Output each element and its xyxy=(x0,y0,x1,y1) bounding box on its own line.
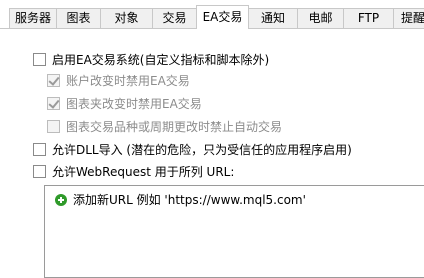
allow-webrequest-option[interactable]: 允许WebRequest 用于所列 URL: xyxy=(33,164,234,180)
allow-dll-checkbox[interactable] xyxy=(33,143,46,156)
tab-server[interactable]: 服务器 xyxy=(9,8,57,28)
tab-objects[interactable]: 对象 xyxy=(100,8,153,28)
tab-charts[interactable]: 图表 xyxy=(56,8,101,28)
tab-alerts[interactable]: 提醒 xyxy=(393,8,424,28)
add-url-item[interactable]: 添加新URL 例如 'https://www.mql5.com' xyxy=(55,192,306,208)
allow-webrequest-label: 允许WebRequest 用于所列 URL: xyxy=(52,165,235,179)
enable-ea-option[interactable]: 启用EA交易系统(自定义指标和脚本除外) xyxy=(33,52,269,68)
disable-on-symbol-change-label: 图表交易品种或周期更改时禁止自动交易 xyxy=(66,120,283,134)
allow-dll-option[interactable]: 允许DLL导入 (潜在的危险，只为受信任的应用程序启用) xyxy=(33,142,352,158)
options-dialog: 服务器 图表 对象 交易 EA交易 通知 电邮 FTP 提醒 启用EA交易系统(… xyxy=(0,0,424,278)
tab-strip: 服务器 图表 对象 交易 EA交易 通知 电邮 FTP 提醒 xyxy=(0,0,424,29)
checkmark-icon xyxy=(48,74,60,86)
enable-ea-checkbox[interactable] xyxy=(33,53,46,66)
disable-on-account-change-label: 账户改变时禁用EA交易 xyxy=(66,74,190,88)
tab-trade[interactable]: 交易 xyxy=(152,8,197,28)
enable-ea-label: 启用EA交易系统(自定义指标和脚本除外) xyxy=(52,53,270,67)
disable-on-profile-change-option[interactable]: 图表夹改变时禁用EA交易 xyxy=(47,96,202,112)
allow-webrequest-checkbox[interactable] xyxy=(33,165,46,178)
tab-expert-advisors[interactable]: EA交易 xyxy=(196,5,249,29)
disable-on-profile-change-checkbox[interactable] xyxy=(47,97,60,110)
webrequest-url-list[interactable]: 添加新URL 例如 'https://www.mql5.com' xyxy=(44,185,424,278)
allow-dll-label: 允许DLL导入 (潜在的危险，只为受信任的应用程序启用) xyxy=(52,143,352,157)
tab-email[interactable]: 电邮 xyxy=(297,8,344,28)
add-url-label: 添加新URL 例如 'https://www.mql5.com' xyxy=(73,193,306,207)
tab-notifications[interactable]: 通知 xyxy=(248,8,298,28)
tab-ftp[interactable]: FTP xyxy=(343,8,394,28)
expert-advisors-panel: 启用EA交易系统(自定义指标和脚本除外) 账户改变时禁用EA交易 图表夹改变时禁… xyxy=(0,29,424,278)
add-icon xyxy=(55,194,67,206)
disable-on-symbol-change-option[interactable]: 图表交易品种或周期更改时禁止自动交易 xyxy=(47,119,282,135)
checkmark-icon xyxy=(48,97,60,109)
disable-on-account-change-option[interactable]: 账户改变时禁用EA交易 xyxy=(47,73,190,89)
disable-on-symbol-change-checkbox[interactable] xyxy=(47,120,60,133)
disable-on-account-change-checkbox[interactable] xyxy=(47,74,60,87)
disable-on-profile-change-label: 图表夹改变时禁用EA交易 xyxy=(66,97,202,111)
